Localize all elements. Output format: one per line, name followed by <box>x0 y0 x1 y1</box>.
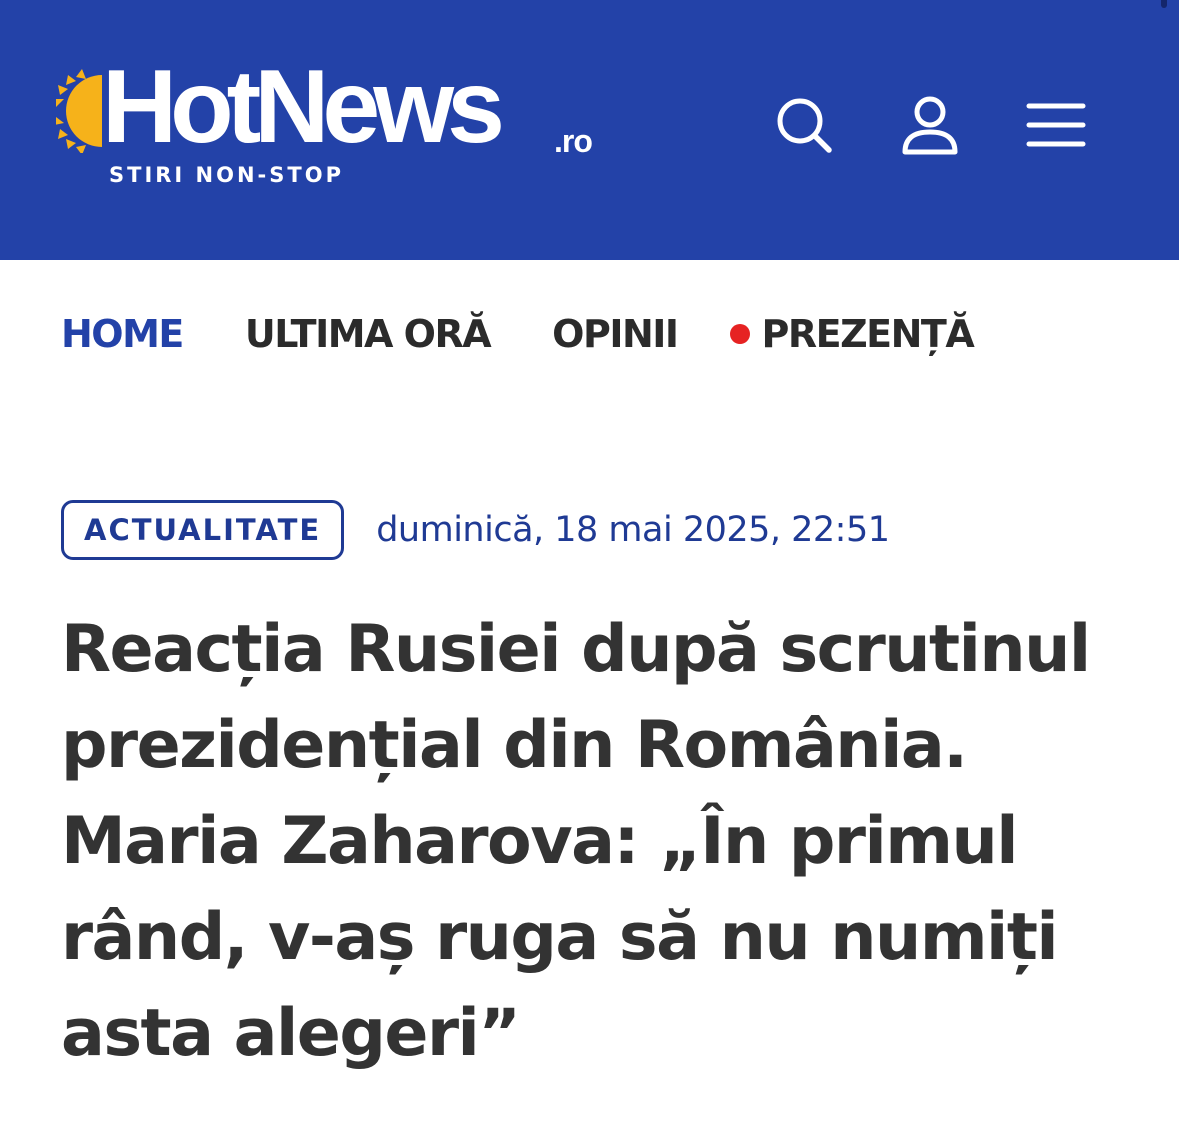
nav-item-ultima-ora[interactable]: ULTIMA ORĂ <box>244 312 492 356</box>
nav-item-label: HOME <box>61 312 184 356</box>
article-meta: ACTUALITATE duminică, 18 mai 2025, 22:51 <box>61 500 890 560</box>
article-headline: Reacția Rusiei după scrutinul prezidenți… <box>61 612 1091 1071</box>
nav-item-opinii[interactable]: OPINII <box>552 312 679 356</box>
search-button[interactable] <box>771 92 837 158</box>
menu-button[interactable] <box>1023 92 1089 158</box>
search-icon <box>777 98 832 153</box>
site-logo[interactable]: HotNews .ro STIRI NON-STOP <box>56 55 616 195</box>
nav-item-prezenta[interactable]: PREZENȚĂ <box>729 312 975 356</box>
site-header: HotNews .ro STIRI NON-STOP <box>0 0 1179 260</box>
live-dot-icon <box>729 324 750 344</box>
main-nav: HOME ULTIMA ORĂ OPINII PREZENȚĂ <box>61 308 975 360</box>
logo-wordmark: HotNews <box>102 49 505 165</box>
nav-item-label: PREZENȚĂ <box>761 312 975 356</box>
article-date: duminică, 18 mai 2025, 22:51 <box>376 510 890 550</box>
menu-icon <box>1026 103 1086 147</box>
nav-item-label: OPINII <box>552 312 679 356</box>
logo-tagline: STIRI NON-STOP <box>109 163 344 187</box>
logo-tld: .ro <box>554 123 593 159</box>
user-icon <box>902 96 958 155</box>
nav-item-label: ULTIMA ORĂ <box>244 312 492 356</box>
scroll-indicator <box>1161 0 1167 8</box>
nav-item-home[interactable]: HOME <box>61 312 184 356</box>
account-button[interactable] <box>897 92 963 158</box>
category-badge[interactable]: ACTUALITATE <box>61 500 345 560</box>
